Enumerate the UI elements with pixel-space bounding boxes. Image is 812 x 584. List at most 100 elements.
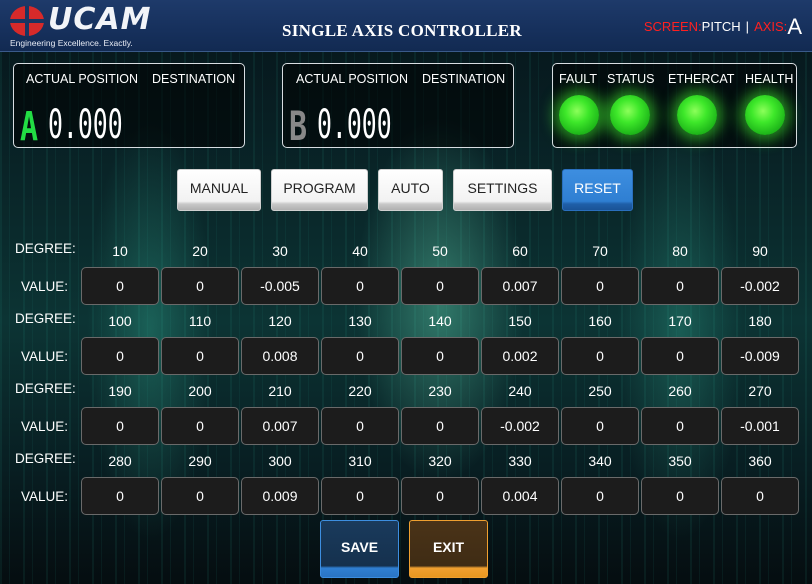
value-input[interactable]: 0 xyxy=(641,267,719,305)
value-input[interactable]: 0 xyxy=(81,407,159,445)
value-row-label: VALUE: xyxy=(21,349,69,364)
screen-label: SCREEN: xyxy=(643,19,702,34)
health-indicator-icon xyxy=(745,95,785,135)
value-input[interactable]: -0.002 xyxy=(721,267,799,305)
screen-value: PITCH xyxy=(701,19,741,34)
value-input[interactable]: 0 xyxy=(321,267,399,305)
value-row-label: VALUE: xyxy=(21,489,69,504)
value-input[interactable]: 0 xyxy=(161,337,239,375)
value-input[interactable]: 0 xyxy=(161,477,239,515)
degree-cell: 270 xyxy=(748,383,772,399)
value-input[interactable]: 0 xyxy=(321,407,399,445)
degree-cell: 260 xyxy=(668,383,692,399)
logo-tagline: Engineering Excellence. Exactly. xyxy=(10,38,133,48)
exit-button[interactable]: EXIT xyxy=(409,520,488,578)
value-input[interactable]: 0 xyxy=(401,477,479,515)
value-input[interactable]: 0.002 xyxy=(481,337,559,375)
degree-cell: 20 xyxy=(192,243,208,259)
value-input[interactable]: 0 xyxy=(161,407,239,445)
degree-cell: 120 xyxy=(268,313,292,329)
value-input[interactable]: 0 xyxy=(81,477,159,515)
degree-cell: 90 xyxy=(752,243,768,259)
degree-cell: 160 xyxy=(588,313,612,329)
degree-cell: 200 xyxy=(188,383,212,399)
value-input[interactable]: -0.009 xyxy=(721,337,799,375)
save-button[interactable]: SAVE xyxy=(320,520,399,578)
page-title: SINGLE AXIS CONTROLLER xyxy=(282,21,522,40)
value-input[interactable]: 0 xyxy=(561,407,639,445)
degree-row-label: DEGREE: xyxy=(15,311,76,326)
degree-cell: 150 xyxy=(508,313,532,329)
value-input[interactable]: 0.008 xyxy=(241,337,319,375)
value-input[interactable]: 0 xyxy=(81,337,159,375)
manual-button[interactable]: MANUAL xyxy=(177,169,261,211)
degree-cell: 170 xyxy=(668,313,692,329)
value-input[interactable]: 0 xyxy=(561,477,639,515)
value-input[interactable]: 0 xyxy=(401,267,479,305)
degree-cell: 320 xyxy=(428,453,452,469)
status-label: STATUS xyxy=(607,72,655,86)
degree-row-label: DEGREE: xyxy=(15,241,76,256)
axis-value: A xyxy=(787,14,802,39)
reset-button[interactable]: RESET xyxy=(562,169,633,211)
value-input[interactable]: 0 xyxy=(321,337,399,375)
degree-cell: 300 xyxy=(268,453,292,469)
value-input[interactable]: 0 xyxy=(401,407,479,445)
axis-a-letter: A xyxy=(20,104,39,150)
value-input[interactable]: -0.005 xyxy=(241,267,319,305)
axis-b-destination-label: DESTINATION xyxy=(422,72,506,86)
value-input[interactable]: 0.009 xyxy=(241,477,319,515)
degree-cell: 60 xyxy=(512,243,528,259)
degree-cell: 280 xyxy=(108,453,132,469)
axis-b-letter: B xyxy=(289,104,308,150)
value-row-label: VALUE: xyxy=(21,279,69,294)
value-row-label: VALUE: xyxy=(21,419,69,434)
axis-label: AXIS: xyxy=(754,19,788,34)
value-input[interactable]: 0.007 xyxy=(241,407,319,445)
value-input[interactable]: 0 xyxy=(81,267,159,305)
degree-row-label: DEGREE: xyxy=(15,451,76,466)
degree-cell: 250 xyxy=(588,383,612,399)
axis-a-destination-label: DESTINATION xyxy=(152,72,236,86)
degree-cell: 10 xyxy=(112,243,128,259)
degree-cell: 340 xyxy=(588,453,612,469)
header-bar: UCAM Engineering Excellence. Exactly. SI… xyxy=(0,0,812,52)
degree-cell: 350 xyxy=(668,453,692,469)
degree-cell: 110 xyxy=(188,313,212,329)
value-input[interactable]: 0 xyxy=(561,267,639,305)
value-input[interactable]: -0.002 xyxy=(481,407,559,445)
axis-b-actual-position-label: ACTUAL POSITION xyxy=(296,72,409,86)
axis-b-panel: ACTUAL POSITION DESTINATION B 0.000 xyxy=(282,63,514,150)
logo-text: UCAM xyxy=(48,2,152,37)
axis-a-panel: ACTUAL POSITION DESTINATION A 0.000 xyxy=(13,63,245,150)
degree-cell: 50 xyxy=(432,243,448,259)
value-input[interactable]: 0 xyxy=(721,477,799,515)
value-input[interactable]: 0 xyxy=(321,477,399,515)
degree-cell: 80 xyxy=(672,243,688,259)
fault-label: FAULT xyxy=(559,72,597,86)
axis-b-position-value: 0.000 xyxy=(317,102,392,148)
degree-cell: 30 xyxy=(272,243,288,259)
value-input[interactable]: 0 xyxy=(401,337,479,375)
value-input[interactable]: 0.004 xyxy=(481,477,559,515)
value-input[interactable]: 0 xyxy=(641,407,719,445)
ucam-logo-mark-icon xyxy=(10,6,44,36)
degree-cell: 210 xyxy=(268,383,292,399)
degree-cell: 330 xyxy=(508,453,532,469)
degree-cell: 220 xyxy=(348,383,372,399)
value-input[interactable]: 0 xyxy=(161,267,239,305)
header-separator: | xyxy=(745,19,750,34)
screen-info: SCREEN:PITCH | AXIS:A xyxy=(644,14,802,40)
value-input[interactable]: 0.007 xyxy=(481,267,559,305)
value-input[interactable]: 0 xyxy=(641,477,719,515)
value-input[interactable]: 0 xyxy=(641,337,719,375)
auto-button[interactable]: AUTO xyxy=(378,169,443,211)
value-input[interactable]: -0.001 xyxy=(721,407,799,445)
value-input[interactable]: 0 xyxy=(561,337,639,375)
program-button[interactable]: PROGRAM xyxy=(271,169,368,211)
axis-a-position-value: 0.000 xyxy=(48,102,123,148)
ethercat-label: ETHERCAT xyxy=(668,72,735,86)
degree-cell: 360 xyxy=(748,453,772,469)
degree-cell: 310 xyxy=(348,453,372,469)
settings-button[interactable]: SETTINGS xyxy=(453,169,552,211)
